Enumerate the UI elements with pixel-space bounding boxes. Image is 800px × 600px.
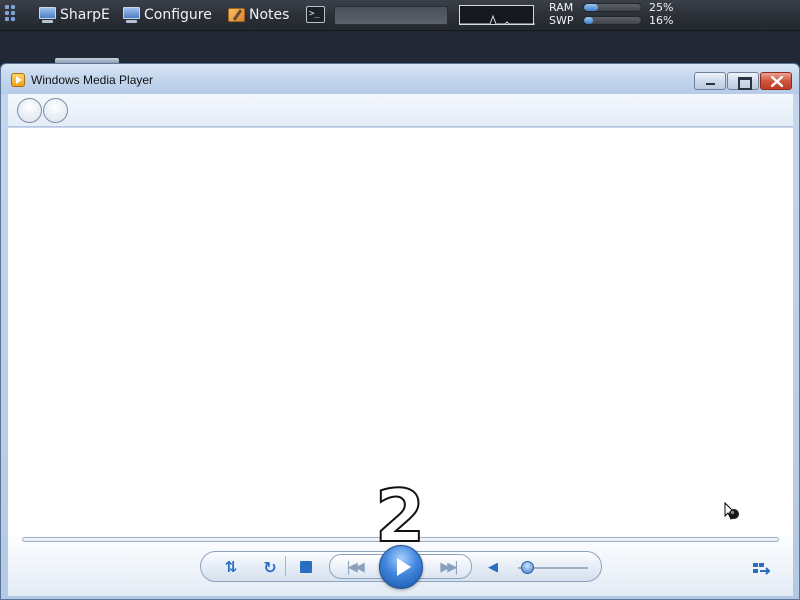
maximize-button[interactable]: [727, 72, 759, 90]
minimize-button[interactable]: [694, 72, 726, 90]
close-icon: [771, 76, 783, 87]
media-player-icon: [11, 73, 25, 87]
swap-label: SWP: [549, 14, 574, 27]
run-command-input[interactable]: [334, 6, 448, 25]
monitor-icon: [122, 6, 141, 24]
next-button[interactable]: ▶▶|: [436, 558, 460, 576]
switch-to-now-playing-button[interactable]: [752, 561, 772, 577]
monitor-icon: [38, 6, 57, 24]
terminal-button[interactable]: >_: [306, 6, 325, 23]
ram-label: RAM: [549, 1, 574, 14]
swap-percent: 16%: [649, 14, 674, 27]
swap-usage-fill: [584, 17, 594, 24]
ram-usage-fill: [584, 4, 599, 11]
taskbar-item-label: Configure: [144, 7, 212, 23]
volume-knob[interactable]: [520, 561, 534, 574]
start-menu-icon[interactable]: [5, 5, 17, 21]
top-taskbar: SharpE Configure Notes >_ RAM 25% SWP 16…: [0, 0, 800, 31]
taskbar-item-sharpe[interactable]: SharpE: [38, 4, 110, 26]
taskbar-item-label: Notes: [249, 7, 290, 23]
switch-view-icon: [753, 563, 771, 575]
notes-icon: [227, 7, 246, 24]
ram-usage-bar: [583, 3, 642, 12]
cpu-graph-line: [460, 14, 535, 25]
swap-usage-bar: [583, 16, 642, 25]
controls-divider: [285, 556, 286, 576]
navigation-bar: [8, 94, 793, 127]
close-button[interactable]: [760, 72, 792, 90]
taskbar-item-configure[interactable]: Configure: [122, 4, 212, 26]
back-button[interactable]: [17, 98, 42, 123]
window-title: Windows Media Player: [31, 73, 154, 87]
forward-button[interactable]: [43, 98, 68, 123]
mouse-cursor-icon: [724, 502, 739, 520]
mute-button[interactable]: ◀: [486, 558, 500, 576]
repeat-button[interactable]: ↻: [260, 558, 280, 577]
step-number-overlay: 2: [374, 474, 426, 558]
taskbar-item-notes[interactable]: Notes: [227, 4, 289, 26]
stop-button[interactable]: [300, 561, 312, 573]
previous-button[interactable]: |◀◀: [342, 558, 366, 576]
taskbar-item-label: SharpE: [60, 7, 110, 23]
cpu-graph: [459, 5, 535, 25]
shuffle-button[interactable]: ⇅: [221, 558, 241, 576]
title-bar[interactable]: Windows Media Player: [1, 64, 799, 94]
ram-percent: 25%: [649, 1, 674, 14]
